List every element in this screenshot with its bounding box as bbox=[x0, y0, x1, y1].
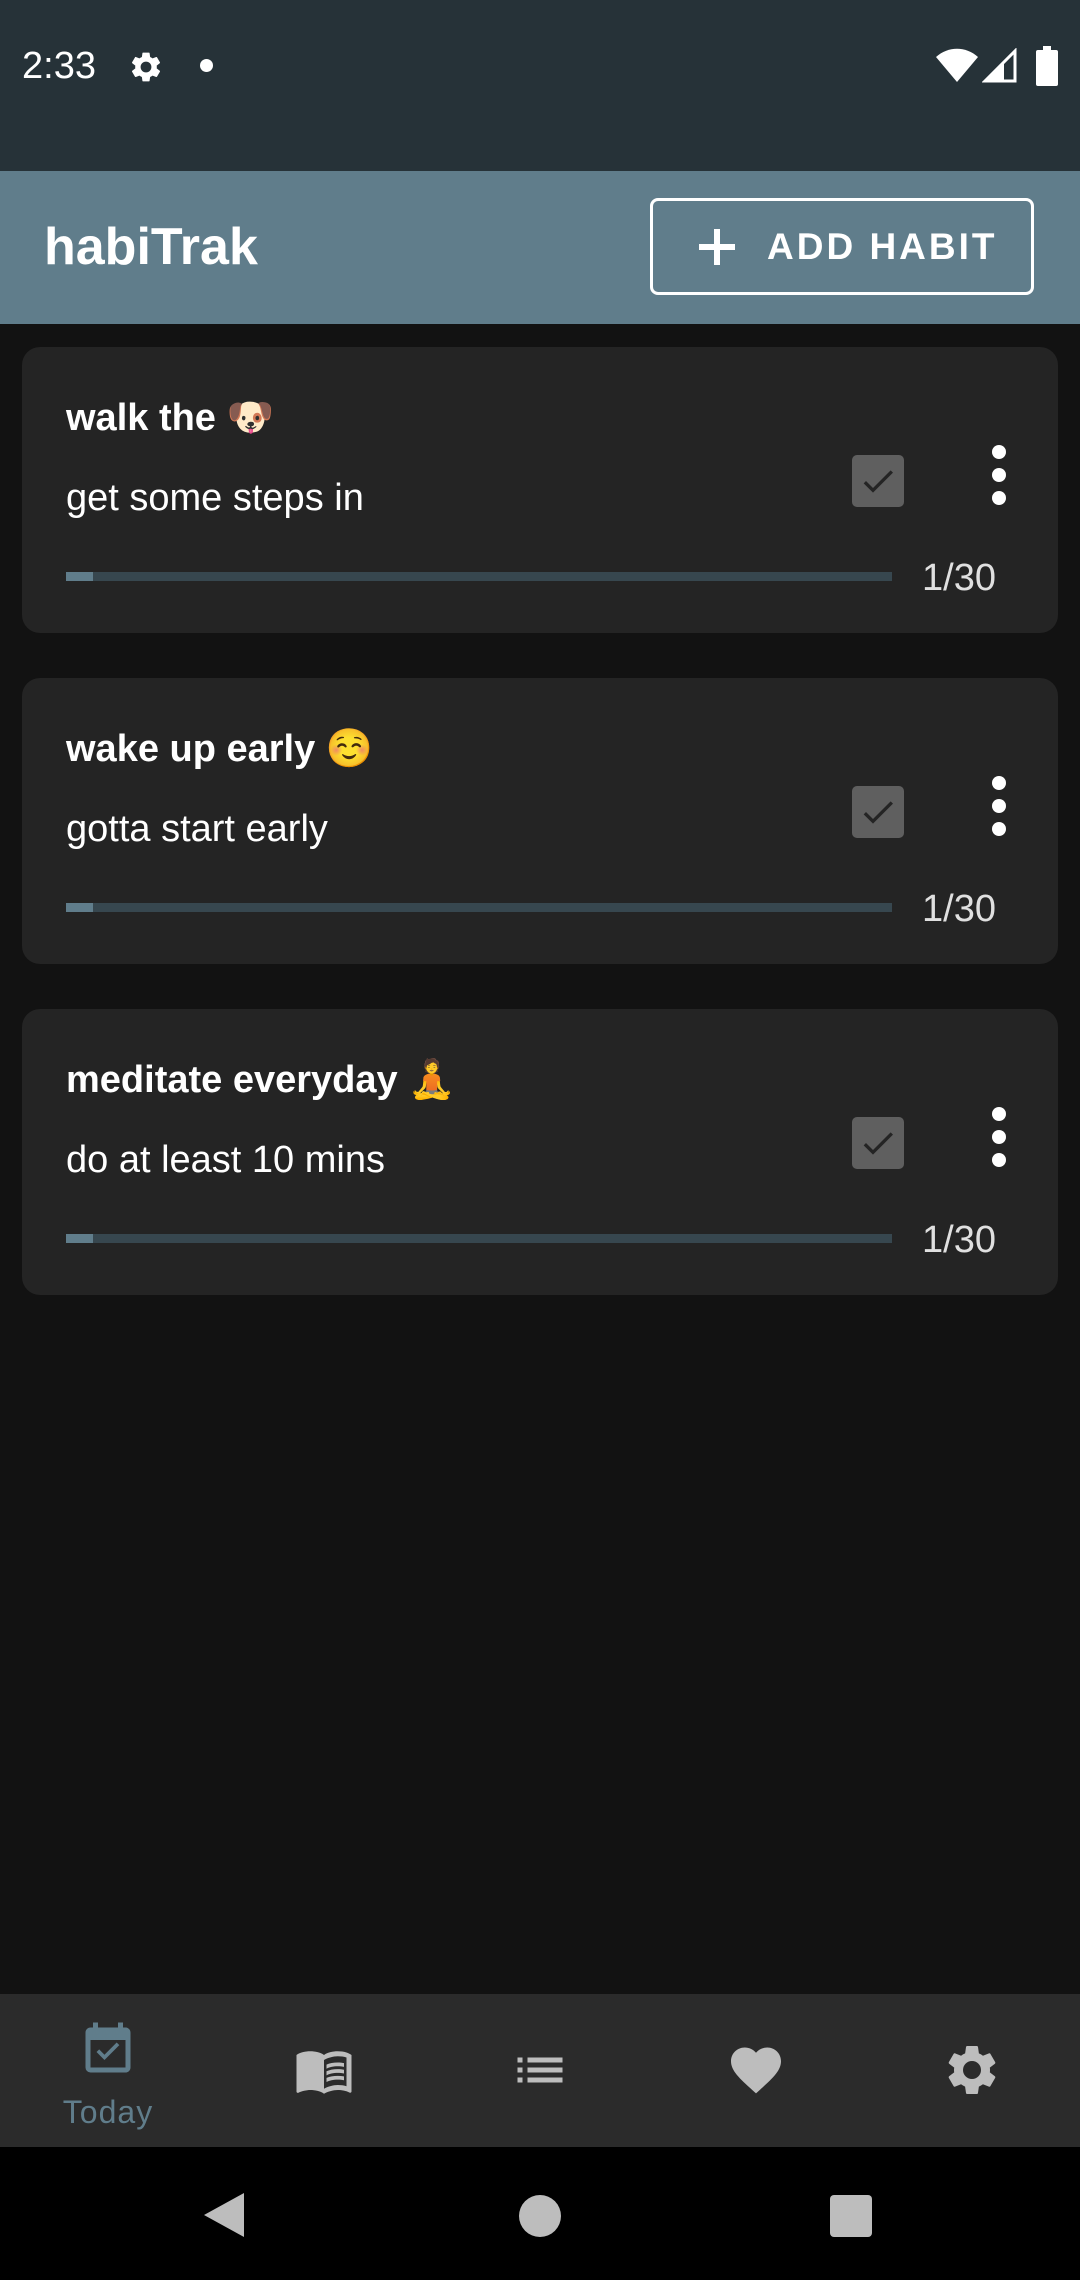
habit-progress-fill bbox=[66, 1234, 94, 1243]
habit-title: meditate everyday 🧘 bbox=[66, 1059, 456, 1101]
nav-item-settings[interactable] bbox=[864, 1994, 1080, 2147]
habit-count: 1/30 bbox=[922, 1219, 996, 1261]
nav-label-today: Today bbox=[62, 2094, 154, 2130]
nav-item-favorites[interactable] bbox=[648, 1994, 864, 2147]
app-title: habiTrak bbox=[44, 218, 258, 276]
bottom-nav: Today bbox=[0, 1994, 1080, 2147]
habit-description: gotta start early bbox=[66, 808, 328, 850]
add-habit-button[interactable]: ADD HABIT bbox=[650, 198, 1034, 295]
habit-card[interactable]: wake up early ☺️ gotta start early 1/30 bbox=[22, 678, 1058, 964]
wifi-icon bbox=[936, 48, 978, 82]
habit-progress-fill bbox=[66, 903, 94, 912]
settings-icon bbox=[948, 2045, 996, 2094]
home-icon[interactable] bbox=[519, 2195, 561, 2237]
status-time: 2:33 bbox=[22, 45, 96, 87]
habit-description: get some steps in bbox=[66, 477, 364, 519]
habit-progress-bar bbox=[66, 572, 892, 581]
signal-icon bbox=[982, 48, 1017, 83]
calendar-check-icon bbox=[85, 2022, 131, 2073]
habit-progress-bar bbox=[66, 1234, 892, 1243]
habit-title: walk the 🐶 bbox=[66, 397, 274, 439]
more-options-icon[interactable] bbox=[984, 445, 1014, 505]
habit-card[interactable]: meditate everyday 🧘 do at least 10 mins … bbox=[22, 1009, 1058, 1295]
settings-icon bbox=[131, 52, 161, 82]
habit-done-checkbox[interactable] bbox=[852, 455, 904, 507]
habit-progress-bar bbox=[66, 903, 892, 912]
habit-progress-fill bbox=[66, 572, 94, 581]
nav-item-journal[interactable] bbox=[216, 1994, 432, 2147]
more-options-icon[interactable] bbox=[984, 776, 1014, 836]
habit-count: 1/30 bbox=[922, 557, 996, 599]
nav-item-list[interactable] bbox=[432, 1994, 648, 2147]
habit-description: do at least 10 mins bbox=[66, 1139, 385, 1181]
heart-icon bbox=[731, 2047, 781, 2094]
list-icon bbox=[517, 2057, 563, 2083]
habit-count: 1/30 bbox=[922, 888, 996, 930]
notification-dot-icon bbox=[200, 59, 213, 72]
habit-done-checkbox[interactable] bbox=[852, 1117, 904, 1169]
book-icon bbox=[296, 2051, 352, 2094]
more-options-icon[interactable] bbox=[984, 1107, 1014, 1167]
status-bar: 2:33 bbox=[0, 0, 1080, 171]
app-bar: habiTrak ADD HABIT bbox=[0, 171, 1080, 324]
back-icon[interactable] bbox=[204, 2191, 248, 2239]
habit-card[interactable]: walk the 🐶 get some steps in 1/30 bbox=[22, 347, 1058, 633]
habit-done-checkbox[interactable] bbox=[852, 786, 904, 838]
plus-icon bbox=[699, 228, 735, 265]
battery-icon bbox=[1036, 46, 1058, 86]
check-icon bbox=[863, 1132, 893, 1155]
habit-title: wake up early ☺️ bbox=[66, 728, 374, 770]
add-habit-label: ADD HABIT bbox=[767, 225, 998, 267]
check-icon bbox=[863, 470, 893, 493]
check-icon bbox=[863, 801, 893, 824]
recents-icon[interactable] bbox=[830, 2195, 872, 2237]
nav-item-today[interactable]: Today bbox=[0, 1994, 216, 2147]
system-nav-bar bbox=[0, 2147, 1080, 2280]
